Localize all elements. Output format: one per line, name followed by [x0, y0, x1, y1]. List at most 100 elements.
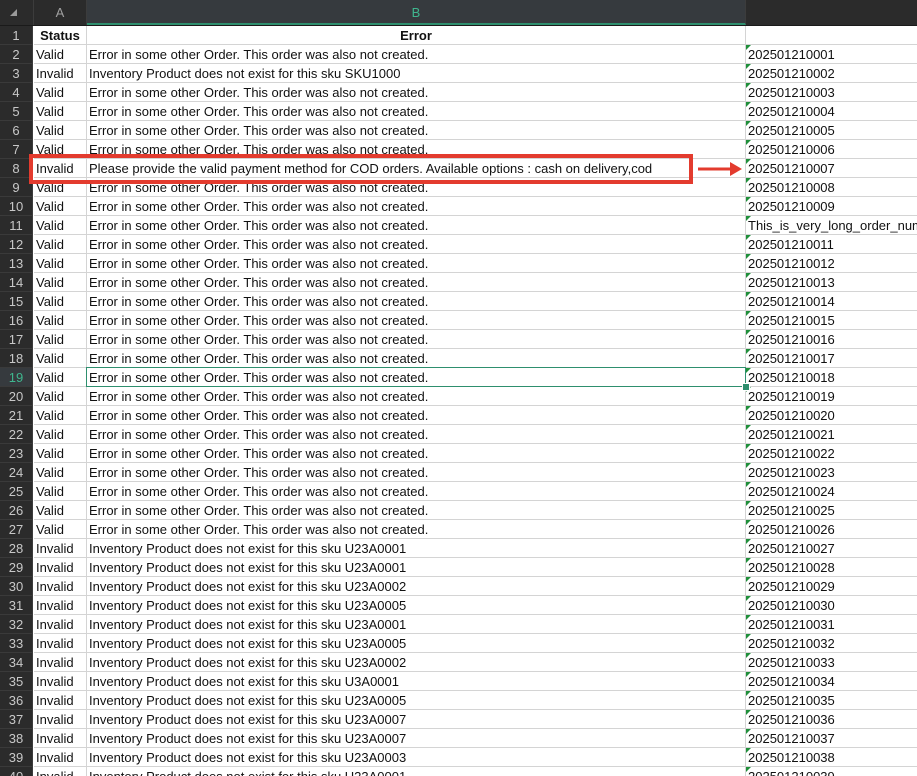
- row-number[interactable]: 2: [0, 45, 33, 64]
- order-number-cell[interactable]: 202501210030: [746, 596, 917, 615]
- error-cell[interactable]: Error in some other Order. This order wa…: [87, 235, 746, 254]
- status-cell[interactable]: Invalid: [34, 767, 87, 776]
- order-number-cell[interactable]: 202501210004: [746, 102, 917, 121]
- status-cell[interactable]: Valid: [34, 444, 87, 463]
- status-cell[interactable]: Valid: [34, 216, 87, 235]
- error-cell[interactable]: Inventory Product does not exist for thi…: [87, 710, 746, 729]
- header-cell-status[interactable]: Status: [34, 26, 87, 45]
- order-number-cell[interactable]: 202501210031: [746, 615, 917, 634]
- status-cell[interactable]: Invalid: [34, 634, 87, 653]
- row-number[interactable]: 8: [0, 159, 33, 178]
- error-cell[interactable]: Error in some other Order. This order wa…: [87, 178, 746, 197]
- order-number-cell[interactable]: 202501210017: [746, 349, 917, 368]
- row-number[interactable]: 27: [0, 520, 33, 539]
- status-cell[interactable]: Valid: [34, 463, 87, 482]
- status-cell[interactable]: Valid: [34, 482, 87, 501]
- error-cell[interactable]: Error in some other Order. This order wa…: [87, 254, 746, 273]
- error-cell[interactable]: Inventory Product does not exist for thi…: [87, 539, 746, 558]
- status-cell[interactable]: Valid: [34, 330, 87, 349]
- status-cell[interactable]: Valid: [34, 254, 87, 273]
- row-number[interactable]: 38: [0, 729, 33, 748]
- status-cell[interactable]: Valid: [34, 83, 87, 102]
- order-number-cell[interactable]: 202501210001: [746, 45, 917, 64]
- status-cell[interactable]: Invalid: [34, 691, 87, 710]
- error-cell[interactable]: Inventory Product does not exist for thi…: [87, 64, 746, 83]
- error-cell[interactable]: Error in some other Order. This order wa…: [87, 520, 746, 539]
- error-cell[interactable]: Error in some other Order. This order wa…: [87, 197, 746, 216]
- status-cell[interactable]: Valid: [34, 121, 87, 140]
- order-number-cell[interactable]: 202501210019: [746, 387, 917, 406]
- error-cell[interactable]: Inventory Product does not exist for thi…: [87, 596, 746, 615]
- error-cell[interactable]: Inventory Product does not exist for thi…: [87, 577, 746, 596]
- order-number-cell[interactable]: 202501210018: [746, 368, 917, 387]
- order-number-cell[interactable]: 202501210007: [746, 159, 917, 178]
- order-number-cell[interactable]: 202501210036: [746, 710, 917, 729]
- status-cell[interactable]: Invalid: [34, 558, 87, 577]
- row-number[interactable]: 20: [0, 387, 33, 406]
- status-cell[interactable]: Invalid: [34, 653, 87, 672]
- error-cell[interactable]: Error in some other Order. This order wa…: [87, 406, 746, 425]
- error-cell[interactable]: Inventory Product does not exist for thi…: [87, 672, 746, 691]
- row-number[interactable]: 9: [0, 178, 33, 197]
- row-number[interactable]: 35: [0, 672, 33, 691]
- row-number[interactable]: 31: [0, 596, 33, 615]
- error-cell[interactable]: Inventory Product does not exist for thi…: [87, 653, 746, 672]
- status-cell[interactable]: Invalid: [34, 159, 87, 178]
- row-number[interactable]: 11: [0, 216, 33, 235]
- row-number[interactable]: 17: [0, 330, 33, 349]
- error-cell[interactable]: Error in some other Order. This order wa…: [87, 463, 746, 482]
- row-number[interactable]: 23: [0, 444, 33, 463]
- header-cell-error[interactable]: Error: [87, 26, 746, 45]
- status-cell[interactable]: Invalid: [34, 748, 87, 767]
- order-number-cell[interactable]: 202501210033: [746, 653, 917, 672]
- status-cell[interactable]: Invalid: [34, 729, 87, 748]
- error-cell[interactable]: Error in some other Order. This order wa…: [87, 83, 746, 102]
- row-number[interactable]: 3: [0, 64, 33, 83]
- status-cell[interactable]: Valid: [34, 140, 87, 159]
- order-number-cell[interactable]: 202501210037: [746, 729, 917, 748]
- order-number-cell[interactable]: 202501210024: [746, 482, 917, 501]
- order-number-cell[interactable]: 202501210006: [746, 140, 917, 159]
- error-cell[interactable]: Inventory Product does not exist for thi…: [87, 767, 746, 776]
- error-cell[interactable]: Inventory Product does not exist for thi…: [87, 729, 746, 748]
- row-number[interactable]: 16: [0, 311, 33, 330]
- order-number-cell[interactable]: 202501210014: [746, 292, 917, 311]
- error-cell[interactable]: Error in some other Order. This order wa…: [87, 273, 746, 292]
- row-number[interactable]: 10: [0, 197, 33, 216]
- row-number[interactable]: 19: [0, 368, 33, 387]
- order-number-cell[interactable]: 202501210022: [746, 444, 917, 463]
- order-number-cell[interactable]: 202501210026: [746, 520, 917, 539]
- status-cell[interactable]: Valid: [34, 292, 87, 311]
- header-cell-c[interactable]: [746, 26, 917, 45]
- column-header-c[interactable]: [746, 0, 917, 25]
- status-cell[interactable]: Invalid: [34, 672, 87, 691]
- column-header-a[interactable]: A: [34, 0, 87, 25]
- order-number-cell[interactable]: 202501210003: [746, 83, 917, 102]
- row-number[interactable]: 24: [0, 463, 33, 482]
- column-header-b[interactable]: B: [87, 0, 746, 25]
- fill-handle[interactable]: [742, 383, 750, 391]
- row-number[interactable]: 1: [0, 26, 33, 45]
- order-number-cell[interactable]: 202501210032: [746, 634, 917, 653]
- row-number[interactable]: 28: [0, 539, 33, 558]
- status-cell[interactable]: Valid: [34, 387, 87, 406]
- order-number-cell[interactable]: 202501210009: [746, 197, 917, 216]
- row-number[interactable]: 5: [0, 102, 33, 121]
- order-number-cell[interactable]: 202501210029: [746, 577, 917, 596]
- status-cell[interactable]: Invalid: [34, 577, 87, 596]
- status-cell[interactable]: Invalid: [34, 64, 87, 83]
- order-number-cell[interactable]: 202501210021: [746, 425, 917, 444]
- error-cell[interactable]: Error in some other Order. This order wa…: [87, 425, 746, 444]
- status-cell[interactable]: Valid: [34, 501, 87, 520]
- status-cell[interactable]: Valid: [34, 178, 87, 197]
- status-cell[interactable]: Invalid: [34, 615, 87, 634]
- status-cell[interactable]: Invalid: [34, 539, 87, 558]
- select-all-corner[interactable]: [0, 0, 34, 25]
- order-number-cell[interactable]: 202501210034: [746, 672, 917, 691]
- status-cell[interactable]: Valid: [34, 45, 87, 64]
- order-number-cell[interactable]: 202501210020: [746, 406, 917, 425]
- order-number-cell[interactable]: 202501210038: [746, 748, 917, 767]
- row-number[interactable]: 32: [0, 615, 33, 634]
- row-number[interactable]: 22: [0, 425, 33, 444]
- order-number-cell[interactable]: 202501210027: [746, 539, 917, 558]
